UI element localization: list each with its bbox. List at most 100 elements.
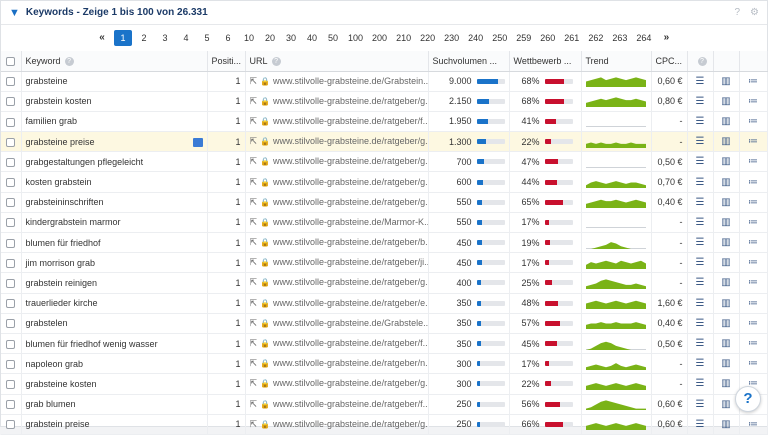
keyword-text[interactable]: grab blumen	[26, 399, 76, 409]
chart-icon[interactable]: ▥	[721, 177, 730, 188]
details-cell[interactable]: ☰	[687, 212, 714, 234]
list-cell[interactable]: ≔	[739, 111, 768, 133]
row-checkbox[interactable]	[6, 137, 16, 147]
external-link-icon[interactable]: ⇱	[250, 96, 258, 106]
keyword-cell[interactable]: kosten grabstein	[21, 171, 208, 193]
keyword-cell[interactable]: kindergrabstein marmor	[21, 212, 208, 234]
list-icon[interactable]: ≔	[748, 318, 758, 329]
url-text[interactable]: www.stilvolle-grabsteine.de/ratgeber/g..…	[273, 197, 427, 207]
chart-icon[interactable]: ▥	[721, 399, 730, 410]
row-checkbox[interactable]	[6, 279, 16, 289]
url-text[interactable]: www.stilvolle-grabsteine.de/ratgeber/n..…	[273, 358, 427, 368]
chart-cell[interactable]: ▥	[713, 373, 740, 395]
details-icon[interactable]: ☰	[696, 338, 705, 349]
page-link[interactable]: 261	[561, 30, 582, 46]
chart-cell[interactable]: ▥	[713, 272, 740, 294]
chart-cell[interactable]: ▥	[713, 252, 740, 274]
details-icon[interactable]: ☰	[696, 217, 705, 228]
page-link[interactable]: 220	[417, 30, 438, 46]
row-checkbox[interactable]	[6, 258, 16, 268]
list-icon[interactable]: ≔	[748, 116, 758, 127]
details-cell[interactable]: ☰	[687, 293, 714, 314]
list-icon[interactable]: ≔	[748, 338, 758, 349]
external-link-icon[interactable]: ⇱	[250, 318, 258, 328]
chart-icon[interactable]: ▥	[721, 116, 730, 127]
table-row[interactable]: grabsteininschriften 1 ⇱ 🔒 www.stilvolle-gra…	[1, 192, 768, 213]
page-link[interactable]: 263	[609, 30, 630, 46]
list-icon[interactable]: ≔	[748, 96, 758, 107]
keyword-text[interactable]: kindergrabstein marmor	[26, 217, 121, 227]
row-checkbox[interactable]	[6, 359, 16, 369]
details-icon[interactable]: ☰	[696, 257, 705, 268]
keyword-cell[interactable]: grabstelen	[21, 313, 208, 334]
details-cell[interactable]: ☰	[687, 373, 714, 395]
keyword-cell[interactable]: familien grab	[21, 111, 208, 133]
table-row[interactable]: grabstelen 1 ⇱ 🔒 www.stilvolle-grabsteine.de…	[1, 313, 768, 334]
table-row[interactable]: grabsteine 1 ⇱ 🔒 www.stilvolle-grabsteine.de…	[1, 71, 768, 92]
url-text[interactable]: www.stilvolle-grabsteine.de/ratgeber/g..…	[273, 136, 427, 146]
url-cell[interactable]: ⇱ 🔒 www.stilvolle-grabsteine.de/Marmor-K..…	[245, 212, 429, 234]
list-icon[interactable]: ≔	[748, 197, 758, 208]
url-text[interactable]: www.stilvolle-grabsteine.de/ratgeber/g..…	[273, 419, 427, 429]
keyword-text[interactable]: grabstein preise	[26, 419, 90, 429]
list-cell[interactable]: ≔	[739, 414, 768, 435]
chart-icon[interactable]: ▥	[721, 217, 730, 228]
page-link[interactable]: 30	[282, 30, 300, 46]
page-link[interactable]: 250	[489, 30, 510, 46]
col-keyword[interactable]: Keyword?	[21, 51, 208, 72]
page-link[interactable]: 264	[633, 30, 654, 46]
list-icon[interactable]: ≔	[748, 177, 758, 188]
details-icon[interactable]: ☰	[696, 378, 705, 389]
keyword-cell[interactable]: grabstein reinigen	[21, 272, 208, 294]
external-link-icon[interactable]: ⇱	[250, 298, 258, 308]
external-link-icon[interactable]: ⇱	[250, 358, 258, 368]
chart-cell[interactable]: ▥	[713, 111, 740, 133]
details-icon[interactable]: ☰	[696, 156, 705, 167]
row-checkbox[interactable]	[6, 198, 16, 208]
row-checkbox[interactable]	[6, 299, 16, 309]
keyword-cell[interactable]: grab blumen	[21, 394, 208, 415]
help-button[interactable]: ?	[735, 386, 761, 412]
page-link[interactable]: 5	[198, 30, 216, 46]
chart-icon[interactable]: ▥	[721, 257, 730, 268]
chart-icon[interactable]: ▥	[721, 136, 730, 147]
url-cell[interactable]: ⇱ 🔒 www.stilvolle-grabsteine.de/ratgeber/e…	[245, 293, 429, 314]
chart-icon[interactable]: ▥	[721, 197, 730, 208]
help-icon[interactable]: ?	[271, 56, 281, 66]
details-cell[interactable]: ☰	[687, 71, 714, 92]
col-competition[interactable]: Wettbewerb ...	[509, 51, 582, 72]
keyword-text[interactable]: grabgestaltungen pflegeleicht	[26, 157, 144, 167]
chart-cell[interactable]: ▥	[713, 414, 740, 435]
table-row[interactable]: blumen für friedhof 1 ⇱ 🔒 www.stilvolle-grab…	[1, 232, 768, 254]
url-cell[interactable]: ⇱ 🔒 www.stilvolle-grabsteine.de/Grabstein.…	[245, 71, 429, 92]
table-row[interactable]: familien grab 1 ⇱ 🔒 www.stilvolle-grabsteine…	[1, 111, 768, 133]
chart-cell[interactable]: ▥	[713, 171, 740, 193]
table-row[interactable]: grabstein reinigen 1 ⇱ 🔒 www.stilvolle-grabs…	[1, 272, 768, 294]
details-icon[interactable]: ☰	[696, 298, 705, 309]
list-cell[interactable]: ≔	[739, 192, 768, 213]
details-cell[interactable]: ☰	[687, 414, 714, 435]
select-all-checkbox[interactable]	[6, 56, 16, 66]
chart-cell[interactable]: ▥	[713, 192, 740, 213]
row-checkbox[interactable]	[6, 97, 16, 107]
details-icon[interactable]: ☰	[696, 419, 705, 430]
external-link-icon[interactable]: ⇱	[250, 419, 258, 429]
list-icon[interactable]: ≔	[748, 298, 758, 309]
list-cell[interactable]: ≔	[739, 232, 768, 254]
col-volume[interactable]: Suchvolumen ...	[428, 51, 510, 72]
details-cell[interactable]: ☰	[687, 171, 714, 193]
details-cell[interactable]: ☰	[687, 232, 714, 254]
url-text[interactable]: www.stilvolle-grabsteine.de/Grabstein...	[273, 76, 427, 86]
help-icon[interactable]: ?	[697, 56, 707, 66]
page-link[interactable]: 2	[135, 30, 153, 46]
url-cell[interactable]: ⇱ 🔒 www.stilvolle-grabsteine.de/ratgeber/f…	[245, 394, 429, 415]
list-icon[interactable]: ≔	[748, 419, 758, 430]
external-link-icon[interactable]: ⇱	[250, 76, 258, 86]
url-cell[interactable]: ⇱ 🔒 www.stilvolle-grabsteine.de/ratgeber/f…	[245, 333, 429, 355]
chart-icon[interactable]: ▥	[721, 318, 730, 329]
chart-cell[interactable]: ▥	[713, 333, 740, 355]
details-cell[interactable]: ☰	[687, 353, 714, 375]
page-link[interactable]: 200	[369, 30, 390, 46]
list-cell[interactable]: ≔	[739, 272, 768, 294]
details-icon[interactable]: ☰	[696, 399, 705, 410]
